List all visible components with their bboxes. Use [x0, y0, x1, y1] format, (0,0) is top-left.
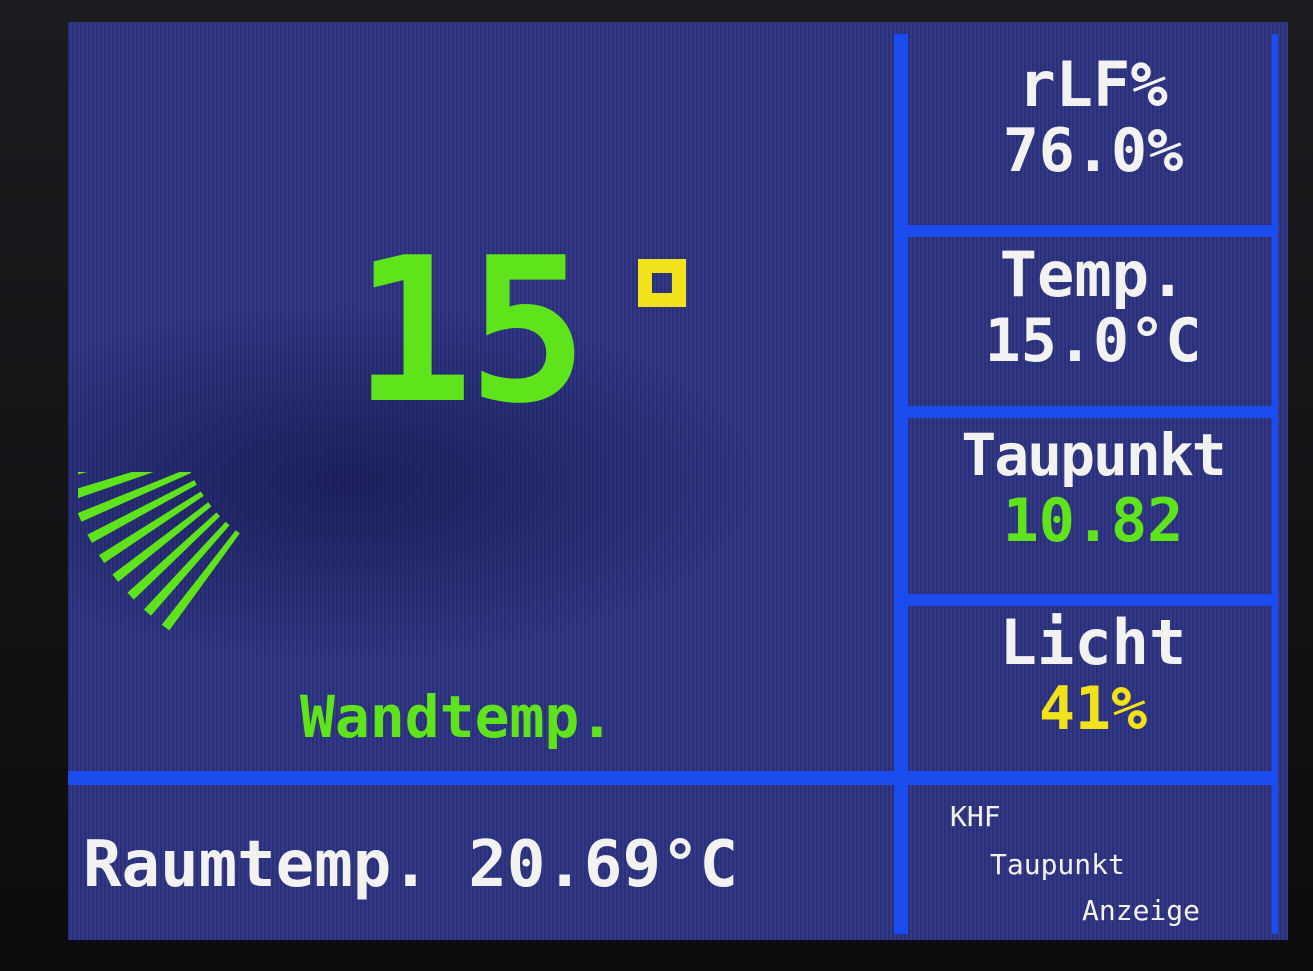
divider-horizontal-main	[68, 771, 1274, 785]
room-temp-readout: Raumtemp. 20.69°C	[83, 828, 739, 902]
panel-dewpoint: Taupunkt 10.82	[913, 422, 1273, 554]
wall-temp-label: Wandtemp.	[300, 683, 615, 751]
light-value: 41%	[1038, 674, 1148, 744]
divider-vertical	[894, 34, 908, 934]
footer-line-3: Anzeige	[1082, 894, 1201, 927]
temperature-gauge	[78, 472, 240, 631]
divider-panel-2	[904, 406, 1274, 418]
humidity-label: rLF%	[1018, 48, 1168, 121]
dewpoint-label: Taupunkt	[961, 421, 1226, 489]
dewpoint-value: 10.82	[1002, 486, 1184, 556]
display-screen: 15 Wandtemp. Raumtemp. 20.69°C rLF% 76.0…	[68, 22, 1288, 940]
temperature-value: 15.0°C	[984, 306, 1202, 376]
wall-temp-value: 15	[353, 215, 588, 448]
footer-line-2: Taupunkt	[990, 848, 1125, 881]
footer-line-1: KHF	[950, 800, 1001, 833]
degree-symbol	[638, 259, 686, 307]
panel-temperature: Temp. 15.0°C	[913, 238, 1273, 376]
panel-humidity: rLF% 76.0%	[913, 48, 1273, 186]
divider-panel-1	[904, 225, 1274, 237]
humidity-value: 76.0%	[1002, 116, 1184, 186]
divider-panel-3	[904, 594, 1274, 606]
light-label: Licht	[999, 606, 1187, 679]
temperature-label: Temp.	[999, 238, 1187, 311]
panel-light: Licht 41%	[913, 606, 1273, 744]
